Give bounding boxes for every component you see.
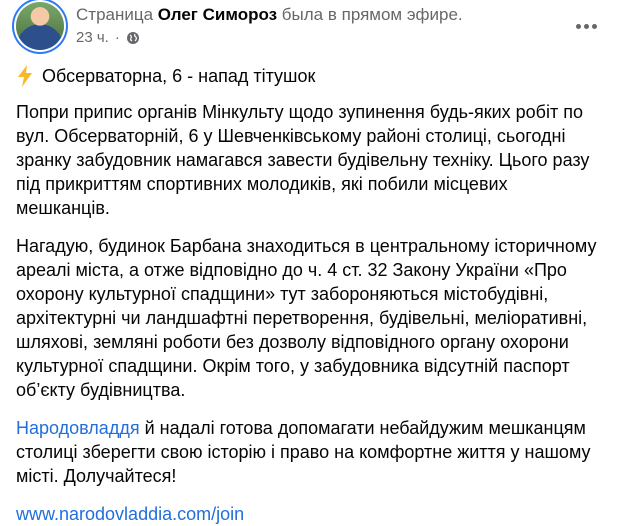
post-body: Обсерваторна, 6 - напад тітушок Попри пр… bbox=[16, 64, 601, 526]
narodovladdia-page-link[interactable]: Народовладдя bbox=[16, 418, 140, 438]
more-options-button[interactable] bbox=[571, 16, 601, 36]
lightning-icon bbox=[18, 65, 32, 87]
title-suffix: была в прямом эфире. bbox=[277, 5, 463, 24]
post-timestamp[interactable]: 23 ч. bbox=[76, 29, 109, 46]
paragraph-1: Попри припис органів Мінкульту щодо зупи… bbox=[16, 102, 590, 218]
author-avatar[interactable] bbox=[16, 2, 64, 50]
paragraph-2: Нагадую, будинок Барбана знаходиться в ц… bbox=[16, 236, 597, 400]
post-subline: 23 ч. · bbox=[76, 29, 561, 46]
post-header: Страница Олег Симороз была в прямом эфир… bbox=[16, 2, 601, 60]
author-name-link[interactable]: Олег Симороз bbox=[158, 5, 277, 24]
dot-icon bbox=[583, 23, 589, 29]
globe-icon bbox=[126, 31, 140, 45]
paragraph-3: Народовладдя й надалі готова допомагати … bbox=[16, 416, 601, 488]
dot-icon bbox=[575, 23, 581, 29]
post-title-line: Страница Олег Симороз была в прямом эфир… bbox=[76, 4, 561, 26]
post-headline: Обсерваторна, 6 - напад тітушок bbox=[16, 64, 601, 88]
post-meta: Страница Олег Симороз была в прямом эфир… bbox=[76, 4, 561, 46]
facebook-post: Страница Олег Симороз была в прямом эфир… bbox=[0, 0, 617, 524]
join-url-link[interactable]: www.narodovladdia.com/join bbox=[16, 502, 601, 526]
headline-text: Обсерваторна, 6 - напад тітушок bbox=[42, 66, 316, 86]
title-prefix: Страница bbox=[76, 5, 158, 24]
dot-icon bbox=[591, 23, 597, 29]
dot-separator: · bbox=[114, 29, 120, 46]
